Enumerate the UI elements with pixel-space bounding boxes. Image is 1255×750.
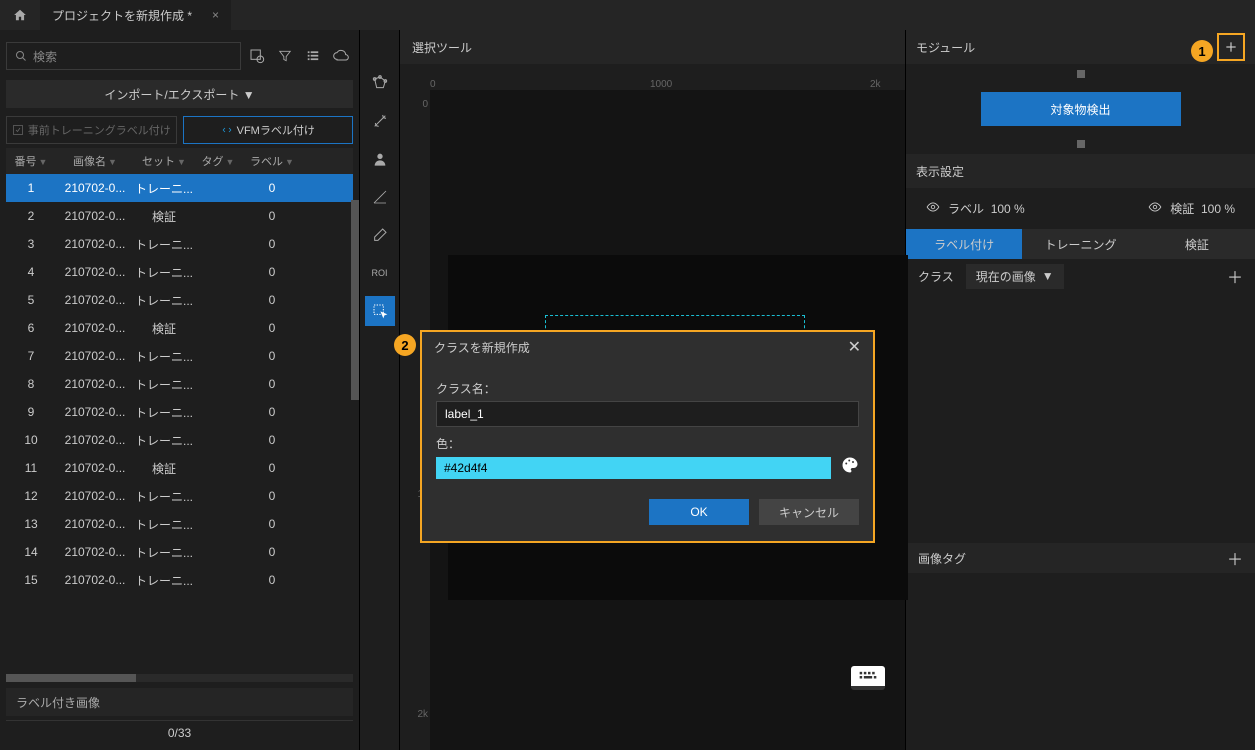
new-class-dialog: クラスを新規作成 ✕ クラス名： 色： #42d4f4 OK キャンセル: [420, 330, 875, 543]
table-header: 番号▼ 画像名▼ セット▼ タグ▼ ラベル▼: [6, 148, 353, 174]
image-list-panel: 検索 インポート/エクスポート ▼ 事前トレーニングラベル付け VFMラベル付け…: [0, 30, 360, 750]
right-tabs: ラベル付け トレーニング 検証: [906, 229, 1255, 259]
horizontal-scrollbar[interactable]: [6, 674, 353, 682]
vertical-scrollbar[interactable]: [351, 200, 359, 400]
table-row[interactable]: 2210702-0...検証0: [6, 202, 353, 230]
tool-column: ROI: [360, 30, 400, 750]
eye-icon[interactable]: [1148, 200, 1162, 217]
table-row[interactable]: 4210702-0...トレーニ...0: [6, 258, 353, 286]
select-tool-icon[interactable]: [365, 296, 395, 326]
dialog-title: クラスを新規作成: [434, 339, 530, 356]
node-top: [1077, 70, 1085, 78]
tab-verification[interactable]: 検証: [1139, 229, 1255, 259]
chevron-down-icon: ▼: [1042, 269, 1054, 283]
cloud-icon[interactable]: [329, 42, 353, 70]
display-settings-header: 表示設定: [906, 154, 1255, 188]
add-tag-icon[interactable]: ＋: [1227, 546, 1243, 570]
tab-training[interactable]: トレーニング: [1022, 229, 1138, 259]
color-swatch[interactable]: #42d4f4: [436, 457, 831, 479]
table-row[interactable]: 14210702-0...トレーニ...0: [6, 538, 353, 566]
tab-title: プロジェクトを新規作成 *: [52, 7, 192, 24]
project-tab[interactable]: プロジェクトを新規作成 * ×: [40, 0, 231, 30]
table-row[interactable]: 5210702-0...トレーニ...0: [6, 286, 353, 314]
class-selector-row: クラス 現在の画像 ▼ ＋: [906, 259, 1255, 293]
vfm-label-button[interactable]: VFMラベル付け: [183, 116, 354, 144]
add-module-icon[interactable]: [1217, 33, 1245, 61]
right-panel: モジュール 対象物検出 表示設定 ラベル 100 %: [905, 30, 1255, 750]
roi-tool[interactable]: ROI: [365, 258, 395, 288]
keyboard-icon[interactable]: [851, 666, 885, 690]
search-placeholder: 検索: [33, 48, 57, 65]
image-table[interactable]: 1210702-0...トレーニ...02210702-0...検証032107…: [6, 174, 353, 672]
object-detection-module[interactable]: 対象物検出: [981, 92, 1181, 126]
ok-button[interactable]: OK: [649, 499, 749, 525]
table-row[interactable]: 3210702-0...トレーニ...0: [6, 230, 353, 258]
visibility-controls: ラベル 100 % 検証 100 %: [906, 188, 1255, 229]
callout-2: 2: [394, 334, 416, 356]
tab-labeling[interactable]: ラベル付け: [906, 229, 1022, 259]
close-icon[interactable]: ✕: [848, 337, 861, 357]
image-filter-icon[interactable]: [245, 42, 269, 70]
table-row[interactable]: 7210702-0...トレーニ...0: [6, 342, 353, 370]
pretrain-label-button[interactable]: 事前トレーニングラベル付け: [6, 116, 177, 144]
table-row[interactable]: 8210702-0...トレーニ...0: [6, 370, 353, 398]
gradient-tool-icon[interactable]: [365, 182, 395, 212]
class-name-input[interactable]: [436, 401, 859, 427]
table-row[interactable]: 15210702-0...トレーニ...0: [6, 566, 353, 594]
import-export-button[interactable]: インポート/エクスポート ▼: [6, 80, 353, 108]
cancel-button[interactable]: キャンセル: [759, 499, 859, 525]
add-class-icon[interactable]: ＋: [1227, 264, 1243, 288]
table-row[interactable]: 13210702-0...トレーニ...0: [6, 510, 353, 538]
search-input[interactable]: 検索: [6, 42, 241, 70]
class-scope-dropdown[interactable]: 現在の画像 ▼: [966, 264, 1064, 289]
node-bottom: [1077, 140, 1085, 148]
color-label: 色：: [436, 435, 859, 452]
user-tool-icon[interactable]: [365, 144, 395, 174]
table-row[interactable]: 10210702-0...トレーニ...0: [6, 426, 353, 454]
class-name-label: クラス名：: [436, 380, 859, 397]
list-icon[interactable]: [301, 42, 325, 70]
table-row[interactable]: 1210702-0...トレーニ...0: [6, 174, 353, 202]
eye-icon[interactable]: [926, 200, 940, 217]
eraser-tool-icon[interactable]: [365, 220, 395, 250]
horizontal-ruler: 0 1000 2k: [400, 64, 905, 90]
funnel-icon[interactable]: [273, 42, 297, 70]
wand-tool-icon[interactable]: [365, 106, 395, 136]
image-tags-header: 画像タグ ＋: [906, 543, 1255, 573]
selection-tool-header: 選択ツール: [400, 30, 905, 64]
polygon-tool-icon[interactable]: [365, 68, 395, 98]
table-row[interactable]: 6210702-0...検証0: [6, 314, 353, 342]
home-icon[interactable]: [0, 0, 40, 30]
table-row[interactable]: 9210702-0...トレーニ...0: [6, 398, 353, 426]
palette-icon[interactable]: [841, 456, 859, 479]
table-row[interactable]: 12210702-0...トレーニ...0: [6, 482, 353, 510]
tab-bar: プロジェクトを新規作成 * ×: [0, 0, 1255, 30]
labeled-images-header: ラベル付き画像: [6, 688, 353, 716]
close-icon[interactable]: ×: [212, 8, 219, 22]
progress-text: 0/33: [6, 720, 353, 744]
callout-1: 1: [1191, 40, 1213, 62]
table-row[interactable]: 11210702-0...検証0: [6, 454, 353, 482]
